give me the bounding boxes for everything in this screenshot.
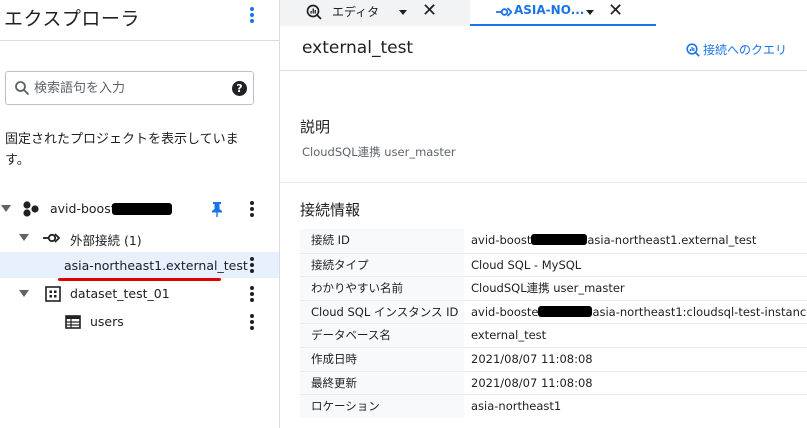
info-value: CloudSQL連携 user_master bbox=[471, 281, 625, 296]
query-icon bbox=[686, 43, 700, 57]
description-heading: 説明 bbox=[300, 118, 331, 136]
expand-caret-icon[interactable] bbox=[19, 290, 29, 297]
pinned-projects-message: 固定されたプロジェクトを表示しています。 bbox=[5, 132, 239, 168]
info-row-friendly-name: わかりやすい名前 CloudSQL連携 user_master bbox=[300, 276, 807, 300]
expand-caret-icon[interactable] bbox=[19, 234, 29, 241]
connection-info-table: 接続 ID avid-boost asia-northeast1.external… bbox=[300, 229, 807, 418]
header-divider bbox=[280, 70, 807, 71]
info-key: データベース名 bbox=[300, 324, 464, 347]
close-icon[interactable]: ✕ bbox=[422, 1, 437, 21]
table-name: users bbox=[90, 314, 124, 329]
tree-row-dataset[interactable]: dataset_test_01 bbox=[0, 281, 279, 307]
close-icon[interactable]: ✕ bbox=[608, 1, 623, 21]
connection-info-heading: 接続情報 bbox=[300, 201, 361, 219]
chevron-down-icon[interactable] bbox=[399, 10, 407, 15]
redaction-mark bbox=[531, 234, 588, 245]
info-value: Cloud SQL - MySQL bbox=[471, 257, 582, 272]
info-row-created: 作成日時 2021/08/07 11:08:08 bbox=[300, 346, 807, 371]
info-row-connection-id: 接続 ID avid-boost asia-northeast1.external… bbox=[300, 229, 807, 253]
more-vert-icon[interactable] bbox=[244, 4, 260, 26]
search-input[interactable] bbox=[34, 78, 214, 98]
info-key: 接続 ID bbox=[300, 229, 464, 253]
query-connection-label: 接続へのクエリ bbox=[703, 43, 788, 57]
info-row-last-modified: 最終更新 2021/08/07 11:08:08 bbox=[300, 370, 807, 395]
tree-row-connection[interactable]: asia-northeast1.external_test bbox=[0, 252, 279, 278]
info-row-connection-type: 接続タイプ Cloud SQL - MySQL bbox=[300, 252, 807, 277]
expand-caret-icon[interactable] bbox=[1, 205, 11, 212]
info-value: asia-northeast1 bbox=[471, 399, 562, 414]
more-vert-icon[interactable] bbox=[244, 312, 260, 332]
info-value: 2021/08/07 11:08:08 bbox=[471, 351, 593, 366]
info-key: 接続タイプ bbox=[300, 253, 464, 277]
dataset-name: dataset_test_01 bbox=[70, 286, 170, 301]
info-row-location: ロケーション asia-northeast1 bbox=[300, 394, 807, 418]
section-divider bbox=[280, 182, 807, 183]
connection-icon bbox=[496, 7, 512, 17]
tree-row-external-connections[interactable]: 外部接続 (1) bbox=[0, 225, 279, 251]
pin-icon[interactable] bbox=[208, 200, 226, 218]
external-connection-icon bbox=[43, 233, 60, 243]
redaction-mark bbox=[538, 305, 593, 317]
info-key: Cloud SQL インスタンス ID bbox=[300, 300, 464, 324]
info-value: external_test bbox=[471, 328, 547, 343]
tab-bar: エディタ ✕ ASIA-NO... ✕ bbox=[280, 0, 656, 26]
more-vert-icon[interactable] bbox=[244, 255, 260, 275]
tab-editor[interactable]: エディタ ✕ bbox=[280, 0, 470, 26]
info-value: avid-booste asia-northeast1:cloudsql-test… bbox=[471, 304, 807, 319]
dataset-icon bbox=[45, 286, 61, 302]
info-key: ロケーション bbox=[300, 395, 464, 418]
info-value: avid-boost asia-northeast1.external_test bbox=[471, 233, 757, 247]
info-key: 作成日時 bbox=[300, 347, 464, 371]
explorer-header-divider bbox=[0, 40, 279, 41]
query-editor-icon bbox=[306, 4, 322, 20]
page-title: external_test bbox=[302, 38, 414, 58]
tab-editor-label: エディタ bbox=[332, 5, 380, 19]
tree-row-table[interactable]: users bbox=[0, 309, 279, 335]
table-icon bbox=[65, 315, 81, 329]
more-vert-icon[interactable] bbox=[244, 199, 260, 219]
chevron-down-icon[interactable] bbox=[586, 10, 594, 15]
external-connections-label: 外部接続 (1) bbox=[70, 233, 142, 248]
explorer-search[interactable]: ? bbox=[5, 71, 254, 105]
info-key: 最終更新 bbox=[300, 371, 464, 395]
tab-connection-label: ASIA-NO... bbox=[514, 3, 585, 17]
info-key: わかりやすい名前 bbox=[300, 277, 464, 300]
redaction-mark bbox=[112, 203, 172, 215]
description-text: CloudSQL連携 user_master bbox=[302, 145, 456, 159]
detail-panel: エディタ ✕ ASIA-NO... ✕ external_test 接続へのクエ… bbox=[280, 0, 807, 428]
info-value: 2021/08/07 11:08:08 bbox=[471, 375, 593, 390]
tab-connection[interactable]: ASIA-NO... ✕ bbox=[470, 0, 656, 26]
project-icon bbox=[23, 201, 39, 217]
help-icon[interactable]: ? bbox=[232, 81, 247, 96]
info-row-database-name: データベース名 external_test bbox=[300, 323, 807, 347]
explorer-panel: エクスプローラ ? 固定されたプロジェクトを表示しています。 avid-boos… bbox=[0, 0, 279, 428]
explorer-title: エクスプローラ bbox=[4, 8, 140, 30]
connection-name: asia-northeast1.external_test bbox=[64, 258, 248, 273]
query-connection-link[interactable]: 接続へのクエリ bbox=[686, 41, 787, 58]
tree-row-project[interactable]: avid-booster bbox=[0, 196, 279, 222]
more-vert-icon[interactable] bbox=[244, 284, 260, 304]
info-row-instance-id: Cloud SQL インスタンス ID avid-booste asia-nort… bbox=[300, 299, 807, 324]
search-icon bbox=[15, 81, 30, 96]
